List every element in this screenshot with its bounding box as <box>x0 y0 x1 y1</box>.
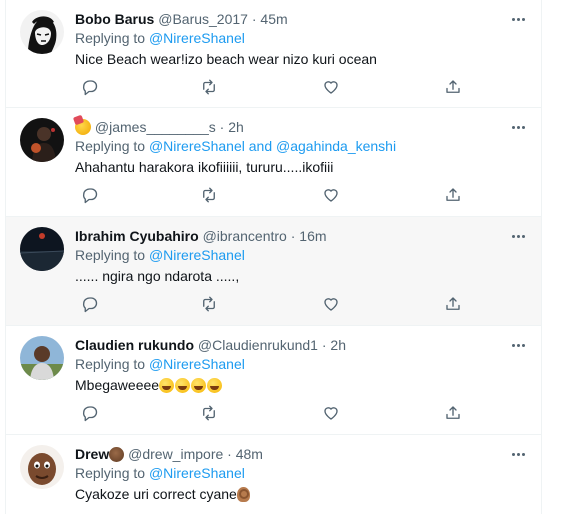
replying-to: Replying to @NirereShanel <box>75 464 529 482</box>
replying-to: Replying to @NirereShanel <box>75 355 529 373</box>
separator-dot: · <box>227 446 232 462</box>
reply-header: Drew @drew_impore · 48m <box>75 445 529 463</box>
display-name[interactable]: Ibrahim Cyubahiro <box>75 228 199 244</box>
display-name[interactable]: Drew <box>75 446 109 462</box>
party-face-emoji-icon <box>75 119 91 135</box>
more-options-icon[interactable] <box>509 447 527 461</box>
mention-link[interactable]: @NirereShanel <box>149 138 245 154</box>
user-handle[interactable]: @james________s <box>95 119 216 135</box>
action-bar <box>80 404 460 424</box>
retweet-icon[interactable] <box>200 78 220 98</box>
avatar[interactable] <box>20 227 64 271</box>
reply-text: Mbegaweeee <box>75 377 160 393</box>
share-icon[interactable] <box>444 295 464 315</box>
separator-dot: · <box>321 337 327 353</box>
timestamp[interactable]: 48m <box>236 446 263 462</box>
reply-item[interactable]: @james________s · 2h Replying to @Nirere… <box>6 108 541 217</box>
mention-link[interactable]: @agahinda_kenshi <box>276 138 396 154</box>
share-icon[interactable] <box>444 404 464 424</box>
che-guevara-avatar <box>20 10 64 54</box>
reply-text: Nice Beach wear!izo beach wear nizo kuri… <box>75 51 377 67</box>
user-handle[interactable]: @Claudienrukund1 <box>198 337 318 353</box>
replying-prefix: Replying to <box>75 356 146 372</box>
retweet-icon[interactable] <box>200 404 220 424</box>
like-icon[interactable] <box>322 404 342 424</box>
display-name[interactable]: Claudien rukundo <box>75 337 194 353</box>
like-icon[interactable] <box>322 295 342 315</box>
replying-prefix: Replying to <box>75 247 146 263</box>
ok-hand-emoji-icon <box>236 487 250 502</box>
user-handle[interactable]: @ibrancentro <box>203 228 287 244</box>
timestamp[interactable]: 16m <box>299 228 326 244</box>
separator-dot: · <box>219 119 225 135</box>
replying-to: Replying to @NirereShanel <box>75 246 529 264</box>
more-options-icon[interactable] <box>509 229 527 243</box>
zany-face-emoji-icon <box>191 378 207 393</box>
reply-header: Ibrahim Cyubahiro @ibrancentro · 16m <box>75 227 529 245</box>
cartoon-face-avatar <box>20 445 64 489</box>
avatar[interactable] <box>20 445 64 489</box>
share-icon[interactable] <box>444 186 464 206</box>
reply-text-wrap: Cyakoze uri correct cyane <box>75 485 529 503</box>
zany-face-emoji-icon <box>175 378 191 393</box>
reply-text: Cyakoze uri correct cyane <box>75 486 237 502</box>
reply-item[interactable]: Bobo Barus @Barus_2017 · 45m Replying to… <box>6 0 541 108</box>
retweet-icon[interactable] <box>200 295 220 315</box>
display-name[interactable]: Bobo Barus <box>75 11 154 27</box>
like-icon[interactable] <box>322 78 342 98</box>
zany-face-emoji-icon <box>159 378 175 393</box>
reply-icon[interactable] <box>80 186 100 206</box>
action-bar <box>80 78 460 98</box>
replying-prefix: Replying to <box>75 465 146 481</box>
user-handle[interactable]: @Barus_2017 <box>158 11 248 27</box>
reply-text: Ahahantu harakora ikofiiiiii, tururu....… <box>75 159 334 175</box>
person-avatar-dark <box>20 118 64 162</box>
mention-link[interactable]: @NirereShanel <box>149 356 245 372</box>
reply-icon[interactable] <box>80 295 100 315</box>
separator-dot: · <box>251 11 257 27</box>
reply-item[interactable]: Ibrahim Cyubahiro @ibrancentro · 16m Rep… <box>6 217 541 326</box>
timestamp[interactable]: 2h <box>330 337 346 353</box>
reply-icon[interactable] <box>80 404 100 424</box>
share-icon[interactable] <box>444 78 464 98</box>
zany-face-emoji-icon <box>207 378 223 393</box>
more-options-icon[interactable] <box>509 12 527 26</box>
reply-header: Claudien rukundo @Claudienrukund1 · 2h <box>75 336 529 354</box>
replying-prefix: Replying to <box>75 138 146 154</box>
replying-to: Replying to @NirereShanel <box>75 29 529 47</box>
reply-header: Bobo Barus @Barus_2017 · 45m <box>75 10 529 28</box>
user-handle[interactable]: @drew_impore <box>128 446 223 462</box>
avatar[interactable] <box>20 336 64 380</box>
reply-item[interactable]: Claudien rukundo @Claudienrukund1 · 2h R… <box>6 326 541 435</box>
more-options-icon[interactable] <box>509 338 527 352</box>
mention-link[interactable]: @NirereShanel <box>149 247 245 263</box>
mention-link[interactable]: @NirereShanel <box>149 30 245 46</box>
reply-header: @james________s · 2h <box>75 118 529 136</box>
separator-dot: · <box>290 228 296 244</box>
reply-text-wrap: Mbegaweeee <box>75 376 529 394</box>
reply-text: ...... ngira ngo ndarota ....., <box>75 268 240 284</box>
replying-prefix: Replying to <box>75 30 146 46</box>
retweet-icon[interactable] <box>200 186 220 206</box>
reply-item[interactable]: Drew @drew_impore · 48m Replying to @Nir… <box>6 435 541 514</box>
face-emoji-dark-icon <box>109 447 125 462</box>
mention-link[interactable]: @NirereShanel <box>149 465 245 481</box>
timestamp[interactable]: 2h <box>228 119 244 135</box>
mention-joiner: and <box>248 138 273 154</box>
like-icon[interactable] <box>322 186 342 206</box>
avatar[interactable] <box>20 10 64 54</box>
reply-icon[interactable] <box>80 78 100 98</box>
action-bar <box>80 186 460 206</box>
avatar[interactable] <box>20 118 64 162</box>
more-options-icon[interactable] <box>509 120 527 134</box>
timestamp[interactable]: 45m <box>260 11 287 27</box>
night-landscape-avatar <box>20 227 64 271</box>
replying-to: Replying to @NirereShanel and @agahinda_… <box>75 137 529 155</box>
action-bar <box>80 295 460 315</box>
person-avatar-outdoor <box>20 336 64 380</box>
replies-feed: Bobo Barus @Barus_2017 · 45m Replying to… <box>5 0 542 514</box>
